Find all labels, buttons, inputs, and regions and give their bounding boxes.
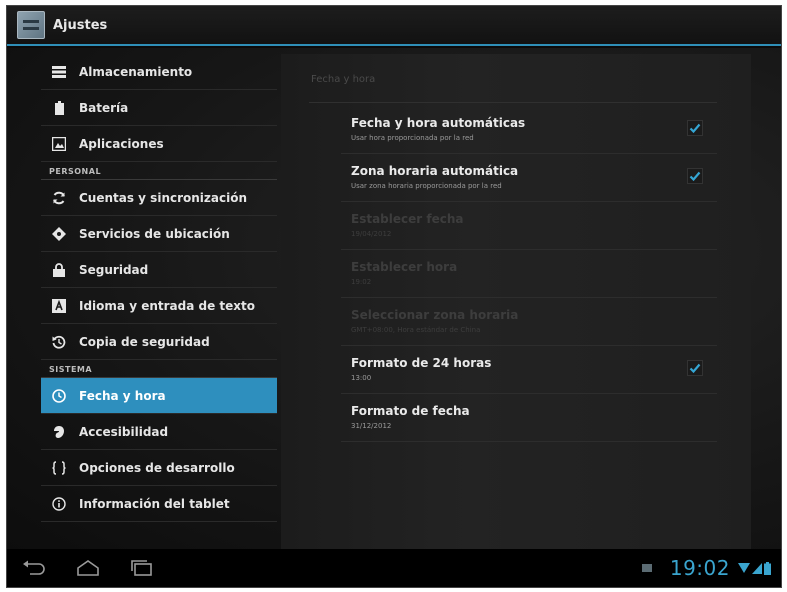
- battery-status-icon: [764, 561, 771, 575]
- date-time-panel: Fecha y hora Fecha y hora automáticas Us…: [281, 54, 751, 549]
- status-area[interactable]: 19:02: [641, 555, 771, 581]
- sidebar-item-label: Copia de seguridad: [79, 334, 210, 349]
- sidebar-item-date-time[interactable]: Fecha y hora: [41, 378, 277, 414]
- setting-subtitle: 13:00: [351, 374, 372, 382]
- status-clock: 19:02: [669, 556, 730, 580]
- location-icon: [51, 226, 67, 242]
- lock-icon: [51, 262, 67, 278]
- setting-title: Establecer fecha: [351, 212, 464, 226]
- setting-subtitle: 19:02: [351, 278, 372, 286]
- setting-subtitle: 19/04/2012: [351, 230, 392, 238]
- setting-set-date: Establecer fecha 19/04/2012: [341, 202, 717, 250]
- sidebar-item-accounts-sync[interactable]: Cuentas y sincronización: [41, 180, 277, 216]
- check-icon: [689, 171, 701, 182]
- sidebar-item-label: Información del tablet: [79, 496, 230, 511]
- sync-icon: [51, 190, 67, 206]
- sidebar-item-language[interactable]: Idioma y entrada de texto: [41, 288, 277, 324]
- sidebar-item-location[interactable]: Servicios de ubicación: [41, 216, 277, 252]
- info-icon: [51, 496, 67, 512]
- settings-app-icon[interactable]: [17, 11, 45, 39]
- sidebar-item-label: Batería: [79, 100, 129, 115]
- sidebar-item-tablet-info[interactable]: Información del tablet: [41, 486, 277, 522]
- sidebar-item-label: Opciones de desarrollo: [79, 460, 235, 475]
- setting-date-format[interactable]: Formato de fecha 31/12/2012: [341, 394, 717, 442]
- tablet-screen: Ajustes Almacenamiento Batería Aplicacio…: [6, 5, 782, 588]
- sidebar-item-security[interactable]: Seguridad: [41, 252, 277, 288]
- home-button[interactable]: [73, 556, 103, 580]
- section-header-system: SISTEMA: [41, 360, 277, 378]
- setting-title: Seleccionar zona horaria: [351, 308, 519, 322]
- sidebar-item-label: Accesibilidad: [79, 424, 169, 439]
- settings-content: Almacenamiento Batería Aplicaciones PERS…: [7, 48, 781, 551]
- setting-title: Zona horaria automática: [351, 164, 519, 178]
- setting-subtitle: 31/12/2012: [351, 422, 392, 430]
- setting-auto-date-time[interactable]: Fecha y hora automáticas Usar hora propo…: [341, 106, 717, 154]
- sidebar-item-label: Almacenamiento: [79, 64, 193, 79]
- setting-title: Establecer hora: [351, 260, 458, 274]
- battery-icon: [51, 100, 67, 116]
- wifi-icon: [738, 562, 750, 574]
- apps-icon: [51, 136, 67, 152]
- recent-apps-button[interactable]: [127, 556, 157, 580]
- setting-title: Formato de fecha: [351, 404, 470, 418]
- 24-hour-format-checkbox[interactable]: [687, 360, 703, 376]
- setting-title: Formato de 24 horas: [351, 356, 492, 370]
- system-navigation-bar: 19:02: [7, 549, 781, 587]
- language-icon: [51, 298, 67, 314]
- sidebar-item-battery[interactable]: Batería: [41, 90, 277, 126]
- sidebar-item-label: Cuentas y sincronización: [79, 190, 248, 205]
- setting-subtitle: Usar zona horaria proporcionada por la r…: [351, 182, 502, 190]
- sidebar-item-label: Fecha y hora: [79, 388, 166, 403]
- sidebar-item-storage[interactable]: Almacenamiento: [41, 54, 277, 90]
- check-icon: [689, 123, 701, 134]
- setting-subtitle: GMT+08:00, Hora estándar de China: [351, 326, 481, 334]
- sidebar-item-developer-options[interactable]: Opciones de desarrollo: [41, 450, 277, 486]
- setting-auto-timezone[interactable]: Zona horaria automática Usar zona horari…: [341, 154, 717, 202]
- panel-title-divider: [309, 102, 717, 103]
- settings-sidebar: Almacenamiento Batería Aplicaciones PERS…: [41, 54, 277, 522]
- home-icon: [77, 560, 99, 576]
- sidebar-item-apps[interactable]: Aplicaciones: [41, 126, 277, 162]
- setting-select-timezone: Seleccionar zona horaria GMT+08:00, Hora…: [341, 298, 717, 346]
- braces-icon: [51, 460, 67, 476]
- auto-timezone-checkbox[interactable]: [687, 168, 703, 184]
- app-title: Ajustes: [53, 17, 108, 33]
- recent-apps-icon: [131, 560, 152, 576]
- sidebar-item-label: Seguridad: [79, 262, 149, 277]
- notification-icon: [641, 564, 652, 572]
- signal-icon: [752, 562, 762, 574]
- backup-icon: [51, 334, 67, 350]
- sidebar-item-label: Servicios de ubicación: [79, 226, 230, 241]
- back-button[interactable]: [19, 556, 49, 580]
- sidebar-item-accessibility[interactable]: Accesibilidad: [41, 414, 277, 450]
- check-icon: [689, 363, 701, 374]
- sidebar-item-label: Idioma y entrada de texto: [79, 298, 255, 313]
- setting-24-hour-format[interactable]: Formato de 24 horas 13:00: [341, 346, 717, 394]
- setting-set-time: Establecer hora 19:02: [341, 250, 717, 298]
- section-header-personal: PERSONAL: [41, 162, 277, 180]
- setting-subtitle: Usar hora proporcionada por la red: [351, 134, 474, 142]
- action-bar: Ajustes: [7, 6, 781, 46]
- storage-icon: [51, 64, 67, 80]
- auto-date-time-checkbox[interactable]: [687, 120, 703, 136]
- panel-title: Fecha y hora: [311, 74, 376, 85]
- sidebar-item-label: Aplicaciones: [79, 136, 164, 151]
- clock-icon: [51, 388, 67, 404]
- sidebar-item-backup[interactable]: Copia de seguridad: [41, 324, 277, 360]
- back-icon: [23, 560, 45, 575]
- setting-title: Fecha y hora automáticas: [351, 116, 526, 130]
- accessibility-icon: [51, 424, 67, 440]
